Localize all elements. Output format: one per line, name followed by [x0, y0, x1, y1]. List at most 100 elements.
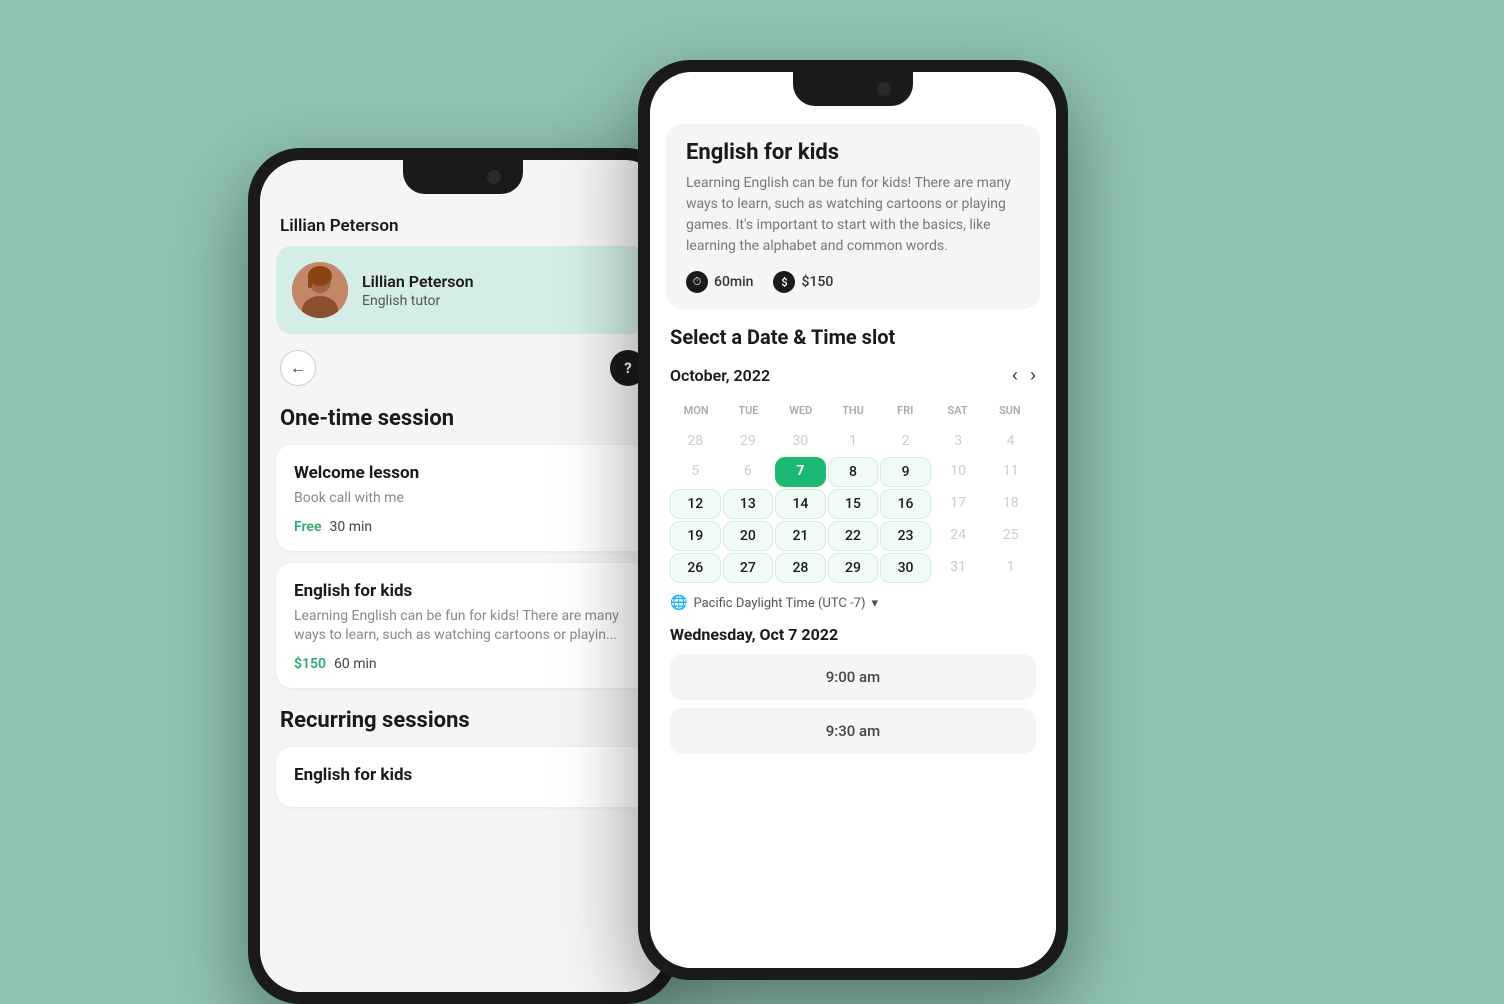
lesson-detail-header: English for kids Learning English can be…: [666, 124, 1040, 309]
day-header-sat: SAT: [931, 400, 983, 421]
cal-cell-w0d1: 29: [723, 427, 774, 455]
price-value: $150: [801, 274, 833, 290]
welcome-lesson-title: Welcome lesson: [294, 463, 632, 483]
month-nav-buttons: ‹ ›: [1012, 365, 1036, 386]
cal-cell-w0d3: 1: [828, 427, 879, 455]
day-header-thu: THU: [827, 400, 879, 421]
cal-cell-w1d1: 6: [723, 457, 774, 487]
calendar-section: Select a Date & Time slot October, 2022 …: [650, 309, 1056, 611]
phone1-camera: [487, 170, 501, 184]
phone1-content: Lillian Peterson Lillian Peterson Engl: [260, 160, 666, 992]
day-header-tue: TUE: [722, 400, 774, 421]
welcome-lesson-meta: Free 30 min: [294, 519, 632, 535]
tutor-info: Lillian Peterson English tutor: [362, 272, 474, 309]
cal-cell-w1d2[interactable]: 7: [775, 457, 826, 487]
recurring-english-kids-card[interactable]: English for kids: [276, 747, 650, 807]
cal-cell-w1d5: 10: [933, 457, 984, 487]
lesson-detail-title: English for kids: [686, 140, 1020, 165]
month-label: October, 2022: [670, 366, 770, 385]
recurring-section-title: Recurring sessions: [260, 700, 666, 747]
prev-month-button[interactable]: ‹: [1012, 365, 1018, 386]
phone1-header-name: Lillian Peterson: [260, 204, 666, 246]
cal-cell-w1d4[interactable]: 9: [880, 457, 931, 487]
lesson-detail-meta: ⏱ 60min $ $150: [686, 271, 1020, 293]
time-slot-0[interactable]: 9:00 am: [670, 654, 1036, 700]
clock-icon: ⏱: [686, 271, 708, 293]
cal-cell-w0d0: 28: [670, 427, 721, 455]
phone-left: Lillian Peterson Lillian Peterson Engl: [248, 148, 678, 1004]
timezone-label: Pacific Daylight Time (UTC -7): [693, 596, 865, 611]
english-kids-card[interactable]: English for kids Learning English can be…: [276, 563, 650, 688]
tutor-card[interactable]: Lillian Peterson English tutor: [276, 246, 650, 334]
cal-cell-w0d2: 30: [775, 427, 826, 455]
timezone-row[interactable]: 🌐 Pacific Daylight Time (UTC -7) ▾: [670, 583, 1036, 611]
cal-cell-w2d6: 18: [985, 489, 1036, 519]
phone1-nav: ← ?: [260, 334, 666, 402]
cal-cell-w4d5: 31: [933, 553, 984, 583]
cal-cell-w3d2[interactable]: 21: [775, 521, 826, 551]
recurring-english-kids-title: English for kids: [294, 765, 632, 785]
back-button[interactable]: ←: [280, 350, 316, 386]
cal-cell-w3d1[interactable]: 20: [723, 521, 774, 551]
phone-right: English for kids Learning English can be…: [638, 60, 1068, 980]
selected-date-label: Wednesday, Oct 7 2022: [650, 611, 1056, 654]
price-meta: $ $150: [773, 271, 833, 293]
day-header-wed: WED: [775, 400, 827, 421]
cal-cell-w1d3[interactable]: 8: [828, 457, 879, 487]
calendar-body: 2829301234567891011121314151617181920212…: [670, 427, 1036, 583]
day-header-fri: FRI: [879, 400, 931, 421]
phone1-notch: [403, 160, 523, 194]
english-kids-price: $150: [294, 656, 326, 672]
timezone-chevron: ▾: [872, 596, 879, 611]
cal-cell-w4d2[interactable]: 28: [775, 553, 826, 583]
dollar-icon: $: [773, 271, 795, 293]
cal-cell-w0d4: 2: [880, 427, 931, 455]
month-nav: October, 2022 ‹ ›: [670, 365, 1036, 386]
cal-cell-w3d6: 25: [985, 521, 1036, 551]
day-header-sun: SUN: [984, 400, 1036, 421]
cal-cell-w1d6: 11: [985, 457, 1036, 487]
cal-cell-w2d1[interactable]: 13: [723, 489, 774, 519]
cal-cell-w4d1[interactable]: 27: [723, 553, 774, 583]
next-month-button[interactable]: ›: [1030, 365, 1036, 386]
cal-cell-w2d4[interactable]: 16: [880, 489, 931, 519]
tutor-name: Lillian Peterson: [362, 272, 474, 291]
cal-cell-w3d4[interactable]: 23: [880, 521, 931, 551]
cal-cell-w4d4[interactable]: 30: [880, 553, 931, 583]
welcome-lesson-desc: Book call with me: [294, 489, 632, 509]
cal-cell-w1d0: 5: [670, 457, 721, 487]
cal-cell-w2d0[interactable]: 12: [670, 489, 721, 519]
cal-cell-w4d3[interactable]: 29: [828, 553, 879, 583]
english-kids-title: English for kids: [294, 581, 632, 601]
day-header-mon: MON: [670, 400, 722, 421]
tutor-avatar: [292, 262, 348, 318]
cal-cell-w2d3[interactable]: 15: [828, 489, 879, 519]
one-time-section-title: One-time session: [260, 402, 666, 445]
phone2-content: English for kids Learning English can be…: [650, 72, 1056, 968]
phone2-notch: [793, 72, 913, 106]
english-kids-meta: $150 60 min: [294, 656, 632, 672]
cal-cell-w0d6: 4: [985, 427, 1036, 455]
duration-meta: ⏱ 60min: [686, 271, 753, 293]
cal-cell-w3d3[interactable]: 22: [828, 521, 879, 551]
phone2-camera: [877, 82, 891, 96]
phone1-screen: Lillian Peterson Lillian Peterson Engl: [260, 160, 666, 992]
duration-value: 60min: [714, 274, 753, 290]
cal-cell-w2d5: 17: [933, 489, 984, 519]
phone2-screen: English for kids Learning English can be…: [650, 72, 1056, 968]
welcome-lesson-duration: 30 min: [330, 519, 373, 535]
cal-cell-w4d0[interactable]: 26: [670, 553, 721, 583]
cal-cell-w3d0[interactable]: 19: [670, 521, 721, 551]
english-kids-desc: Learning English can be fun for kids! Th…: [294, 607, 632, 646]
time-slot-1[interactable]: 9:30 am: [670, 708, 1036, 754]
cal-cell-w0d5: 3: [933, 427, 984, 455]
cal-cell-w3d5: 24: [933, 521, 984, 551]
calendar-section-title: Select a Date & Time slot: [670, 325, 1036, 349]
english-kids-duration: 60 min: [334, 656, 377, 672]
cal-cell-w2d2[interactable]: 14: [775, 489, 826, 519]
welcome-lesson-price: Free: [294, 519, 322, 535]
cal-cell-w4d6: 1: [985, 553, 1036, 583]
tutor-role: English tutor: [362, 293, 474, 309]
welcome-lesson-card[interactable]: Welcome lesson Book call with me Free 30…: [276, 445, 650, 551]
calendar-grid: MON TUE WED THU FRI SAT SUN 282930123456…: [670, 400, 1036, 583]
